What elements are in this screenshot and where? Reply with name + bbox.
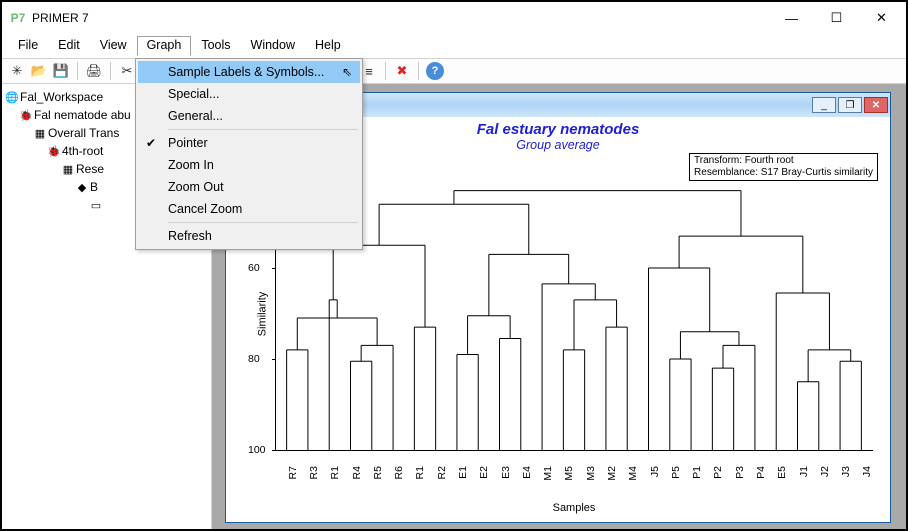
x-sample-label: E1	[457, 466, 469, 498]
minimize-button[interactable]: —	[769, 4, 814, 32]
tree-node-label: B	[90, 180, 98, 194]
x-sample-label: M1	[542, 466, 554, 498]
tree-node-icon: 🐞	[46, 145, 62, 158]
x-sample-label: R5	[372, 466, 384, 498]
x-sample-label: J3	[840, 466, 852, 498]
tree-node-label: Fal nematode abu	[34, 108, 131, 122]
x-sample-label: R7	[287, 466, 299, 498]
x-sample-label: R1	[414, 466, 426, 498]
x-sample-label: P4	[755, 466, 767, 498]
menu-view[interactable]: View	[90, 36, 137, 56]
dendrogram-svg	[276, 177, 872, 450]
chart-max-button[interactable]: ❐	[838, 97, 862, 113]
chart-min-button[interactable]: _	[812, 97, 836, 113]
delete-icon[interactable]: ✖	[393, 62, 411, 80]
window-controls: — ☐ ✕	[769, 4, 904, 32]
sparkle-icon[interactable]: ✳	[8, 62, 26, 80]
menu-item-special[interactable]: Special...	[138, 83, 360, 105]
cursor-icon: ⇖	[342, 65, 352, 79]
menu-item-zoom-out[interactable]: Zoom Out	[138, 176, 360, 198]
menu-item-sample-labels-symbols[interactable]: Sample Labels & Symbols...⇖	[138, 61, 360, 83]
x-sample-label: P2	[712, 466, 724, 498]
tree-node-label: 4th-root	[62, 144, 103, 158]
app-icon: P7	[10, 10, 26, 26]
tree-node-label: Rese	[76, 162, 104, 176]
x-sample-label: R1	[329, 466, 341, 498]
y-tick-label: 80	[248, 353, 260, 365]
plot-area: Similarity Samples 6080100R7R3R1R4R5R6R1…	[276, 177, 872, 450]
x-sample-label: R4	[351, 466, 363, 498]
menu-item-cancel-zoom[interactable]: Cancel Zoom	[138, 198, 360, 220]
x-sample-label: J5	[649, 466, 661, 498]
tree-node-icon: ▦	[60, 163, 76, 176]
x-sample-label: E4	[521, 466, 533, 498]
tree-node-label: Fal_Workspace	[20, 90, 103, 104]
x-sample-label: P1	[691, 466, 703, 498]
x-axis-label: Samples	[553, 502, 596, 514]
menu-edit[interactable]: Edit	[48, 36, 90, 56]
folder-open-icon[interactable]: 📂	[30, 62, 48, 80]
cut-icon[interactable]: ✂	[118, 62, 136, 80]
x-sample-label: M5	[563, 466, 575, 498]
x-sample-label: R3	[308, 466, 320, 498]
save-icon[interactable]: 💾	[52, 62, 70, 80]
x-sample-label: R2	[436, 466, 448, 498]
app-window: P7 PRIMER 7 — ☐ ✕ FileEditViewGraphTools…	[0, 0, 908, 531]
menu-file[interactable]: File	[8, 36, 48, 56]
menu-item-pointer[interactable]: ✔Pointer	[138, 132, 360, 154]
tree-node-icon: ▭	[88, 199, 104, 212]
graph-menu-dropdown: Sample Labels & Symbols...⇖Special...Gen…	[135, 58, 363, 250]
chart-close-button[interactable]: ✕	[864, 97, 888, 113]
x-sample-label: E3	[500, 466, 512, 498]
tree-node-icon: ◆	[74, 181, 90, 194]
menu-item-refresh[interactable]: Refresh	[138, 225, 360, 247]
x-sample-label: E5	[776, 466, 788, 498]
maximize-button[interactable]: ☐	[814, 4, 859, 32]
menu-tools[interactable]: Tools	[191, 36, 240, 56]
menu-item-zoom-in[interactable]: Zoom In	[138, 154, 360, 176]
tree-node-icon: 🌐	[4, 91, 20, 104]
title-bar: P7 PRIMER 7 — ☐ ✕	[2, 2, 906, 34]
x-sample-label: M2	[606, 466, 618, 498]
x-sample-label: M4	[627, 466, 639, 498]
y-tick-label: 100	[248, 444, 266, 456]
menu-graph[interactable]: Graph	[137, 36, 192, 56]
menu-item-general[interactable]: General...	[138, 105, 360, 127]
x-sample-label: J1	[798, 466, 810, 498]
menu-window[interactable]: Window	[241, 36, 305, 56]
menu-help[interactable]: Help	[305, 36, 351, 56]
app-title: PRIMER 7	[32, 11, 769, 25]
y-tick-label: 60	[248, 262, 260, 274]
print-icon[interactable]: 🖨	[85, 62, 103, 80]
x-sample-label: M3	[585, 466, 597, 498]
tree-node-icon: ▦	[32, 127, 48, 140]
x-sample-label: R6	[393, 466, 405, 498]
tree-node-label: Overall Trans	[48, 126, 119, 140]
close-button[interactable]: ✕	[859, 4, 904, 32]
x-sample-label: P5	[670, 466, 682, 498]
x-sample-label: E2	[478, 466, 490, 498]
menu-bar: FileEditViewGraphToolsWindowHelp	[2, 34, 906, 58]
x-sample-label: J4	[861, 466, 873, 498]
x-sample-label: J2	[819, 466, 831, 498]
help-icon[interactable]: ?	[426, 62, 444, 80]
x-sample-label: P3	[734, 466, 746, 498]
tree-node-icon: 🐞	[18, 109, 34, 122]
y-axis-label: Similarity	[256, 291, 268, 336]
